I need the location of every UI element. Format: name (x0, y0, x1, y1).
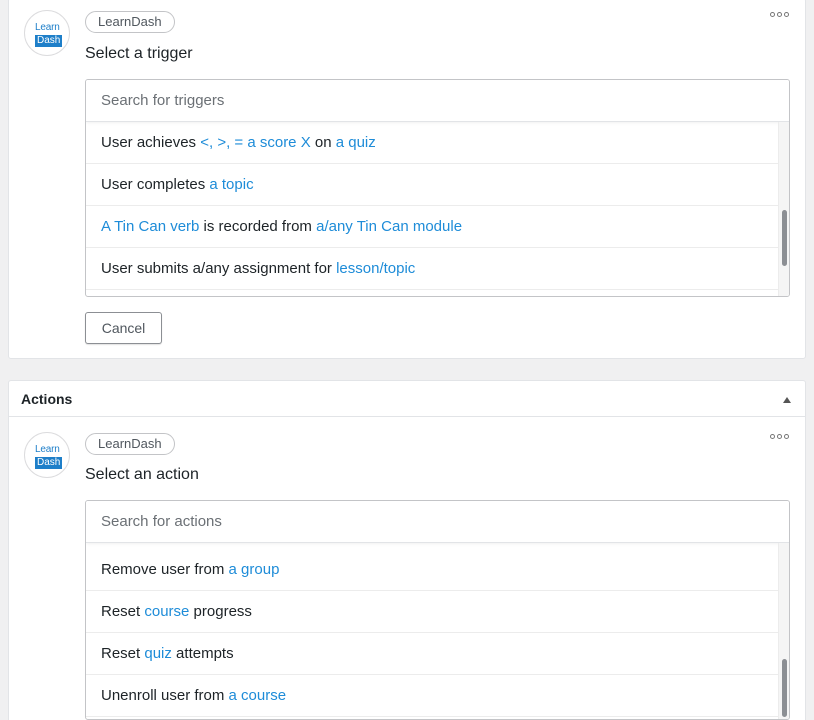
trigger-search-input[interactable] (86, 80, 789, 122)
list-item[interactable]: Reset course progress (86, 591, 780, 633)
trigger-prompt: Select a trigger (85, 45, 193, 62)
option-token: <, >, = a score X (200, 134, 311, 151)
scrollbar-thumb[interactable] (782, 659, 787, 717)
logo-text-learn: Learn (35, 444, 60, 455)
trigger-panel: Learn Dash LearnDash Select a trigger Us… (8, 0, 806, 359)
trigger-list-scrollbar[interactable] (778, 122, 789, 296)
more-options-icon[interactable] (770, 432, 790, 440)
option-text: User completes (101, 176, 210, 193)
option-token: A Tin Can verb (101, 218, 200, 235)
list-item[interactable]: User completes a topic (86, 164, 780, 206)
scrollbar-thumb[interactable] (782, 210, 787, 266)
chevron-up-icon[interactable] (783, 397, 791, 403)
actions-panel: Actions Learn Dash LearnDash Select an a… (8, 380, 806, 720)
option-text: User submits a/any assignment for (101, 260, 337, 277)
option-token: a group (228, 561, 280, 578)
action-selector: Remove user from a groupReset course pro… (85, 500, 790, 720)
list-item[interactable]: User achieves <, >, = a score X on a qui… (86, 122, 780, 164)
list-item[interactable]: Remove user from a group (86, 549, 780, 591)
list-item[interactable]: User submits a/any assignment for lesson… (86, 248, 780, 290)
actions-header[interactable]: Actions (9, 381, 805, 417)
action-option-list: Remove user from a group Reset course pro… (86, 549, 780, 719)
option-token: a quiz (335, 134, 376, 151)
integration-badge: LearnDash (85, 11, 175, 33)
option-token: a/any Tin Can module (316, 218, 463, 235)
cancel-button[interactable]: Cancel (85, 312, 162, 344)
option-text: Unenroll user from (101, 687, 229, 704)
option-token: a topic (209, 176, 254, 193)
option-text: Remove user from (101, 561, 229, 578)
option-token: quiz (144, 645, 172, 662)
learndash-logo: Learn Dash (24, 10, 70, 56)
integration-badge: LearnDash (85, 433, 175, 455)
option-token: course (144, 603, 190, 620)
actions-title: Actions (21, 391, 73, 407)
action-prompt: Select an action (85, 466, 199, 483)
option-text: is recorded from (199, 218, 317, 235)
option-token: lesson/topic (336, 260, 416, 277)
option-text: User achieves (101, 134, 201, 151)
learndash-logo: Learn Dash (24, 432, 70, 478)
option-token: a course (228, 687, 287, 704)
more-options-icon[interactable] (770, 10, 790, 18)
action-search-input[interactable] (86, 501, 789, 543)
trigger-option-list: User achieves <, >, = a score X on a qui… (86, 122, 780, 296)
trigger-selector: User achieves <, >, = a score X on a qui… (85, 79, 790, 297)
option-text: Reset (101, 645, 145, 662)
list-item[interactable]: Unenroll user from a course (86, 675, 780, 717)
list-item[interactable]: A Tin Can verb is recorded from a/any Ti… (86, 206, 780, 248)
list-item[interactable]: Reset quiz attempts (86, 633, 780, 675)
option-text: Reset (101, 603, 145, 620)
option-text: progress (189, 603, 252, 620)
logo-text-dash: Dash (35, 35, 63, 47)
logo-text-dash: Dash (35, 457, 63, 469)
action-list-scrollbar[interactable] (778, 543, 789, 719)
logo-text-learn: Learn (35, 22, 60, 33)
option-text: on (310, 134, 336, 151)
option-text: attempts (171, 645, 234, 662)
